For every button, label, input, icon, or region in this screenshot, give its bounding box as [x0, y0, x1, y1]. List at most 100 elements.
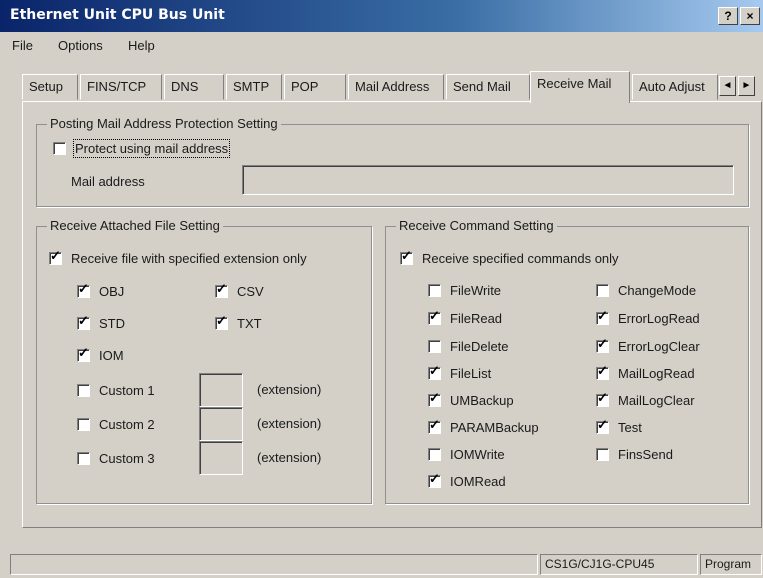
- menu-help[interactable]: Help: [128, 38, 155, 53]
- custom1-box[interactable]: [77, 384, 90, 397]
- menu-options[interactable]: Options: [58, 38, 103, 53]
- ext-obj-checkbox[interactable]: ✓ OBJ: [77, 281, 125, 299]
- ext-obj-label: OBJ: [99, 284, 125, 299]
- close-button[interactable]: ×: [740, 7, 760, 25]
- specified-commands-label: Receive specified commands only: [422, 251, 619, 266]
- protect-checkbox[interactable]: Protect using mail address: [53, 139, 231, 158]
- cmd-test-label: Test: [618, 420, 642, 435]
- receive-command-legend: Receive Command Setting: [396, 218, 557, 233]
- ext-iom-checkbox[interactable]: ✓ IOM: [77, 345, 124, 363]
- ext-txt-label: TXT: [237, 316, 262, 331]
- check-mark-icon: ✓: [78, 345, 89, 360]
- status-mode: Program: [700, 554, 762, 575]
- mail-address-input[interactable]: [242, 165, 734, 195]
- check-mark-icon: ✓: [597, 390, 608, 405]
- cmd-filewrite-label: FileWrite: [450, 283, 502, 298]
- custom3-checkbox[interactable]: Custom 3: [77, 451, 155, 466]
- cmd-filedelete-label: FileDelete: [450, 339, 509, 354]
- cmd-changemode-label: ChangeMode: [618, 283, 697, 298]
- cmd-umbackup-checkbox[interactable]: ✓ UMBackup: [428, 390, 514, 408]
- cmd-test-checkbox[interactable]: ✓ Test: [596, 418, 642, 435]
- help-button[interactable]: ?: [718, 7, 738, 25]
- tab-scroll-left-button[interactable]: ◄: [719, 76, 736, 96]
- custom2-label: Custom 2: [99, 417, 155, 432]
- cmd-changemode-checkbox[interactable]: ChangeMode: [596, 283, 696, 298]
- cmd-iomread-checkbox[interactable]: ✓ IOMRead: [428, 472, 506, 489]
- cmd-filelist-checkbox[interactable]: ✓ FileList: [428, 364, 492, 381]
- tab-mail-address[interactable]: Mail Address: [348, 74, 444, 100]
- ext-only-checkbox[interactable]: ✓ Receive file with specified extension …: [49, 249, 307, 266]
- menu-file[interactable]: File: [12, 38, 33, 53]
- cmd-parambackup-label: PARAMBackup: [450, 420, 539, 435]
- ext-csv-checkbox[interactable]: ✓ CSV: [215, 281, 264, 299]
- cmd-maillogclear-label: MailLogClear: [618, 393, 695, 408]
- posting-protection-group: Posting Mail Address Protection Setting …: [36, 116, 749, 207]
- cmd-iomread-label: IOMRead: [450, 474, 506, 489]
- ext-csv-label: CSV: [237, 284, 264, 299]
- check-mark-icon: ✓: [597, 363, 608, 378]
- check-mark-icon: ✓: [78, 281, 89, 296]
- cmd-maillogclear-checkbox[interactable]: ✓ MailLogClear: [596, 390, 695, 408]
- ext-iom-box[interactable]: ✓: [77, 345, 90, 362]
- cmd-iomwrite-checkbox[interactable]: IOMWrite: [428, 447, 505, 462]
- cmd-fileread-checkbox[interactable]: ✓ FileRead: [428, 309, 502, 326]
- protect-checkbox-label: Protect using mail address: [72, 139, 231, 158]
- custom1-extension-input[interactable]: [199, 373, 243, 407]
- tab-receive-mail[interactable]: Receive Mail: [530, 71, 630, 103]
- title-bar[interactable]: Ethernet Unit CPU Bus Unit ? ×: [0, 0, 763, 32]
- cmd-filedelete-checkbox[interactable]: FileDelete: [428, 339, 509, 354]
- attached-file-legend: Receive Attached File Setting: [47, 218, 223, 233]
- tab-auto-adjust[interactable]: Auto Adjust: [632, 74, 718, 100]
- specified-commands-box[interactable]: ✓: [400, 248, 413, 265]
- status-message-panel: [10, 554, 538, 575]
- custom2-box[interactable]: [77, 418, 90, 431]
- custom1-label: Custom 1: [99, 383, 155, 398]
- cmd-errorlogread-checkbox[interactable]: ✓ ErrorLogRead: [596, 309, 700, 326]
- tab-fins-tcp[interactable]: FINS/TCP: [80, 74, 162, 100]
- ext-iom-label: IOM: [99, 348, 124, 363]
- status-device: CS1G/CJ1G-CPU45: [540, 554, 698, 575]
- tab-pop[interactable]: POP: [284, 74, 346, 100]
- check-mark-icon: ✓: [216, 281, 227, 296]
- cmd-parambackup-checkbox[interactable]: ✓ PARAMBackup: [428, 417, 539, 435]
- cmd-maillogread-label: MailLogRead: [618, 366, 695, 381]
- custom3-extension-input[interactable]: [199, 441, 243, 475]
- ext-csv-box[interactable]: ✓: [215, 281, 228, 298]
- custom2-extension-label: (extension): [257, 416, 322, 431]
- specified-commands-checkbox[interactable]: ✓ Receive specified commands only: [400, 248, 619, 266]
- custom3-box[interactable]: [77, 452, 90, 465]
- tab-smtp[interactable]: SMTP: [226, 74, 282, 100]
- check-mark-icon: ✓: [429, 417, 440, 432]
- custom1-extension-label: (extension): [257, 382, 322, 397]
- ext-std-label: STD: [99, 316, 125, 331]
- custom2-checkbox[interactable]: Custom 2: [77, 417, 155, 432]
- tab-dns[interactable]: DNS: [164, 74, 224, 100]
- cmd-finssend-checkbox[interactable]: FinsSend: [596, 447, 673, 462]
- tab-send-mail[interactable]: Send Mail: [446, 74, 530, 100]
- ext-only-checkbox-box[interactable]: ✓: [49, 249, 62, 265]
- cmd-errorlogclear-checkbox[interactable]: ✓ ErrorLogClear: [596, 337, 700, 354]
- custom2-extension-input[interactable]: [199, 407, 243, 441]
- tab-setup[interactable]: Setup: [22, 74, 78, 100]
- ext-obj-box[interactable]: ✓: [77, 281, 90, 298]
- window-title: Ethernet Unit CPU Bus Unit: [10, 7, 225, 23]
- receive-command-group: Receive Command Setting ✓ Receive specif…: [385, 218, 749, 504]
- tab-scroll-right-button[interactable]: ►: [738, 76, 755, 96]
- cmd-filewrite-checkbox[interactable]: FileWrite: [428, 283, 501, 298]
- custom3-extension-label: (extension): [257, 450, 322, 465]
- cmd-filelist-label: FileList: [450, 366, 492, 381]
- check-mark-icon: ✓: [401, 248, 412, 263]
- cmd-errorlogclear-label: ErrorLogClear: [618, 339, 700, 354]
- cmd-finssend-label: FinsSend: [618, 447, 673, 462]
- ext-txt-box[interactable]: ✓: [215, 314, 228, 330]
- check-mark-icon: ✓: [429, 390, 440, 405]
- cmd-maillogread-checkbox[interactable]: ✓ MailLogRead: [596, 363, 695, 381]
- cmd-umbackup-label: UMBackup: [450, 393, 514, 408]
- protect-checkbox-box[interactable]: [53, 142, 66, 155]
- status-bar: CS1G/CJ1G-CPU45 Program: [0, 549, 763, 578]
- custom1-checkbox[interactable]: Custom 1: [77, 383, 155, 398]
- ext-std-box[interactable]: ✓: [77, 314, 90, 330]
- ext-txt-checkbox[interactable]: ✓ TXT: [215, 314, 262, 331]
- cmd-errorlogread-label: ErrorLogRead: [618, 311, 700, 326]
- ext-std-checkbox[interactable]: ✓ STD: [77, 314, 125, 331]
